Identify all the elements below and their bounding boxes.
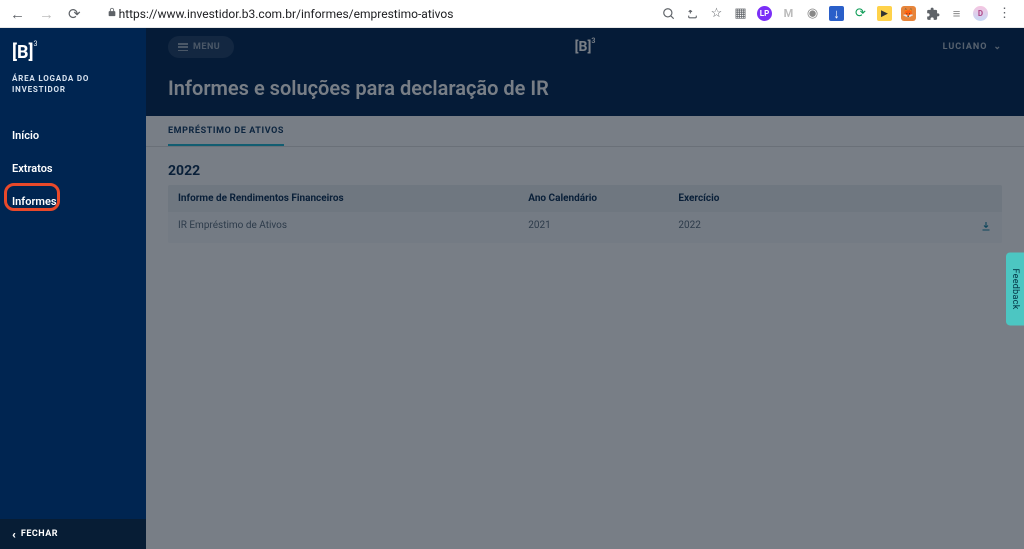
reload-button[interactable]: ⟳ — [66, 5, 83, 23]
sidebar: [B]3 ÁREA LOGADA DO INVESTIDOR Início Ex… — [0, 28, 146, 549]
sidebar-item-informes[interactable]: Informes — [0, 185, 146, 218]
user-menu[interactable]: LUCIANO ⌄ — [943, 42, 1002, 52]
cell-exercise: 2022 — [668, 212, 902, 243]
extension-download-icon[interactable]: ↓ — [829, 6, 844, 21]
share-icon[interactable] — [685, 6, 700, 21]
sidebar-item-inicio[interactable]: Início — [0, 119, 146, 152]
lock-icon — [107, 7, 117, 20]
extension-fox-icon[interactable]: 🦊 — [901, 6, 916, 21]
page-title: Informes e soluções para declaração de I… — [168, 76, 1002, 100]
extension-list-icon[interactable]: ≡ — [949, 6, 964, 21]
table-row: IR Empréstimo de Ativos 2021 2022 — [168, 212, 1002, 243]
back-button[interactable]: ← — [8, 5, 27, 23]
url-text: https://www.investidor.b3.com.br/informe… — [119, 7, 454, 21]
forward-button[interactable]: → — [37, 5, 56, 23]
cell-name: IR Empréstimo de Ativos — [168, 212, 518, 243]
main-content: MENU [B]3 LUCIANO ⌄ Informes e soluções … — [146, 28, 1024, 549]
bookmark-star-icon[interactable]: ☆ — [709, 6, 724, 21]
extension-icons: ☆ ▦ LP M ◉ ↓ ⟳ ▶ 🦊 ≡ D ⋮ — [661, 6, 1016, 21]
extensions-puzzle-icon[interactable] — [925, 6, 940, 21]
brand-logo: [B]3 — [0, 28, 146, 69]
address-bar[interactable]: https://www.investidor.b3.com.br/informe… — [93, 3, 651, 25]
chevron-down-icon: ⌄ — [993, 42, 1002, 52]
extension-refresh-icon[interactable]: ⟳ — [853, 6, 868, 21]
report-table: Informe de Rendimentos Financeiros Ano C… — [168, 185, 1002, 243]
menu-button[interactable]: MENU — [168, 36, 234, 58]
content-area: 2022 Informe de Rendimentos Financeiros … — [146, 147, 1024, 259]
chevron-left-double-icon: ‹‹ — [12, 528, 13, 541]
sidebar-item-extratos[interactable]: Extratos — [0, 152, 146, 185]
extension-camera-icon[interactable]: ◉ — [805, 6, 820, 21]
page-header: Informes e soluções para declaração de I… — [146, 66, 1024, 116]
cell-year: 2021 — [518, 212, 668, 243]
col-header-exercise: Exercício — [668, 185, 902, 212]
topbar-logo: [B]3 — [575, 39, 596, 55]
extension-play-icon[interactable]: ▶ — [877, 6, 892, 21]
brand-caption: ÁREA LOGADA DO INVESTIDOR — [0, 69, 146, 105]
sidebar-close-button[interactable]: ‹‹ FECHAR — [0, 519, 146, 549]
tabs: EMPRÉSTIMO DE ATIVOS — [146, 116, 1024, 147]
hamburger-icon — [178, 43, 188, 51]
col-header-name: Informe de Rendimentos Financeiros — [168, 185, 518, 212]
profile-avatar-icon[interactable]: D — [973, 6, 988, 21]
zoom-icon[interactable] — [661, 6, 676, 21]
extension-grid-icon[interactable]: ▦ — [733, 6, 748, 21]
cell-action — [902, 212, 1002, 243]
col-header-year: Ano Calendário — [518, 185, 668, 212]
col-header-action — [902, 185, 1002, 212]
topbar: MENU [B]3 LUCIANO ⌄ — [146, 28, 1024, 66]
year-heading: 2022 — [168, 163, 1002, 179]
sidebar-nav: Início Extratos Informes — [0, 119, 146, 218]
extension-m-icon[interactable]: M — [781, 6, 796, 21]
download-icon[interactable] — [980, 221, 992, 235]
tab-emprestimo-ativos[interactable]: EMPRÉSTIMO DE ATIVOS — [168, 116, 284, 146]
extension-lp-icon[interactable]: LP — [757, 6, 772, 21]
chrome-menu-icon[interactable]: ⋮ — [997, 6, 1012, 21]
browser-chrome: ← → ⟳ https://www.investidor.b3.com.br/i… — [0, 0, 1024, 28]
table-header: Informe de Rendimentos Financeiros Ano C… — [168, 185, 1002, 212]
feedback-tab[interactable]: Feedback — [1006, 252, 1024, 325]
